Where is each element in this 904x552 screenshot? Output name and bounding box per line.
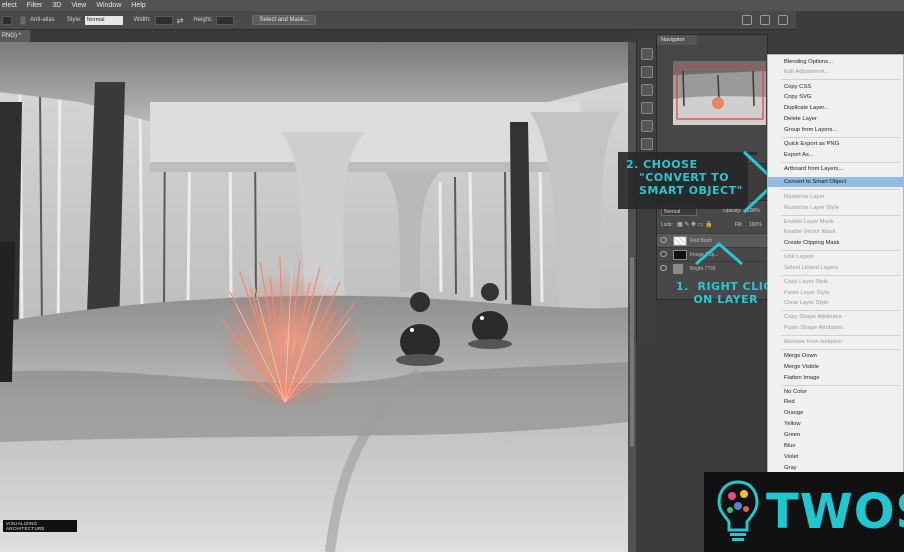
menu-separator [782,349,900,350]
annotation-step1: 1. RIGHT CLICK ON LAYER [676,280,781,306]
menu-item-red[interactable]: Red [768,397,903,407]
menu-item-yellow[interactable]: Yellow [768,419,903,429]
menu-item-flatten-image[interactable]: Flatten Image [768,373,903,383]
layer-context-menu: Blending Options... Edit Adjustment... C… [767,54,904,474]
menu-item-paste-layer-style[interactable]: Paste Layer Style [768,288,903,298]
menu-item-merge-visible[interactable]: Merge Visible [768,362,903,372]
lightbulb-icon [717,480,759,541]
menu-separator [782,162,900,163]
menu-item-copy-shape-attributes[interactable]: Copy Shape Attributes [768,312,903,322]
menu-item-duplicate-layer[interactable]: Duplicate Layer... [768,103,903,113]
menu-item-violet[interactable]: Violet [768,452,903,462]
menu-separator [782,310,900,311]
menu-item-rasterize-layer[interactable]: Rasterize Layer [768,192,903,202]
menu-separator [782,79,900,80]
menu-item-link-layers[interactable]: Link Layers [768,252,903,262]
menu-separator [782,215,900,216]
menu-item-blending-options[interactable]: Blending Options... [768,57,903,67]
menu-item-clear-layer-style[interactable]: Clear Layer Style [768,298,903,308]
menu-item-rasterize-layer-style[interactable]: Rasterize Layer Style [768,203,903,213]
menu-item-group-from-layers[interactable]: Group from Layers... [768,125,903,135]
menu-item-no-color[interactable]: No Color [768,387,903,397]
menu-item-enable-layer-mask[interactable]: Enable Layer Mask [768,217,903,227]
menu-item-release-from-isolation[interactable]: Release from Isolation [768,337,903,347]
menu-item-delete-layer[interactable]: Delete Layer [768,114,903,124]
menu-item-copy-svg[interactable]: Copy SVG [768,92,903,102]
menu-item-convert-to-smart-object[interactable]: Convert to Smart Object [768,177,903,187]
menu-item-quick-export-png[interactable]: Quick Export as PNG [768,139,903,149]
menu-item-merge-down[interactable]: Merge Down [768,351,903,361]
menu-item-create-clipping-mask[interactable]: Create Clipping Mask [768,238,903,248]
menu-separator [782,385,900,386]
menu-item-paste-shape-attributes[interactable]: Paste Shape Attributes [768,323,903,333]
photoshop-window: elect Filter 3D View Window Help Anti-al… [0,0,904,552]
twos-wordmark: TWOS [766,484,904,540]
menu-separator [782,275,900,276]
menu-item-green[interactable]: Green [768,430,903,440]
menu-item-export-as[interactable]: Export As... [768,150,903,160]
menu-separator [782,335,900,336]
twos-logo: TWOS [704,472,904,552]
menu-item-select-linked-layers[interactable]: Select Linked Layers [768,263,903,273]
menu-item-copy-layer-style[interactable]: Copy Layer Style [768,277,903,287]
menu-item-artboard-from-layers[interactable]: Artboard from Layers... [768,164,903,174]
menu-item-blue[interactable]: Blue [768,441,903,451]
menu-item-enable-vector-mask[interactable]: Enable Vector Mask [768,227,903,237]
menu-item-copy-css[interactable]: Copy CSS [768,82,903,92]
menu-separator [782,137,900,138]
menu-separator [782,189,900,190]
menu-item-orange[interactable]: Orange [768,408,903,418]
menu-separator [782,250,900,251]
menu-item-edit-adjustment[interactable]: Edit Adjustment... [768,67,903,77]
